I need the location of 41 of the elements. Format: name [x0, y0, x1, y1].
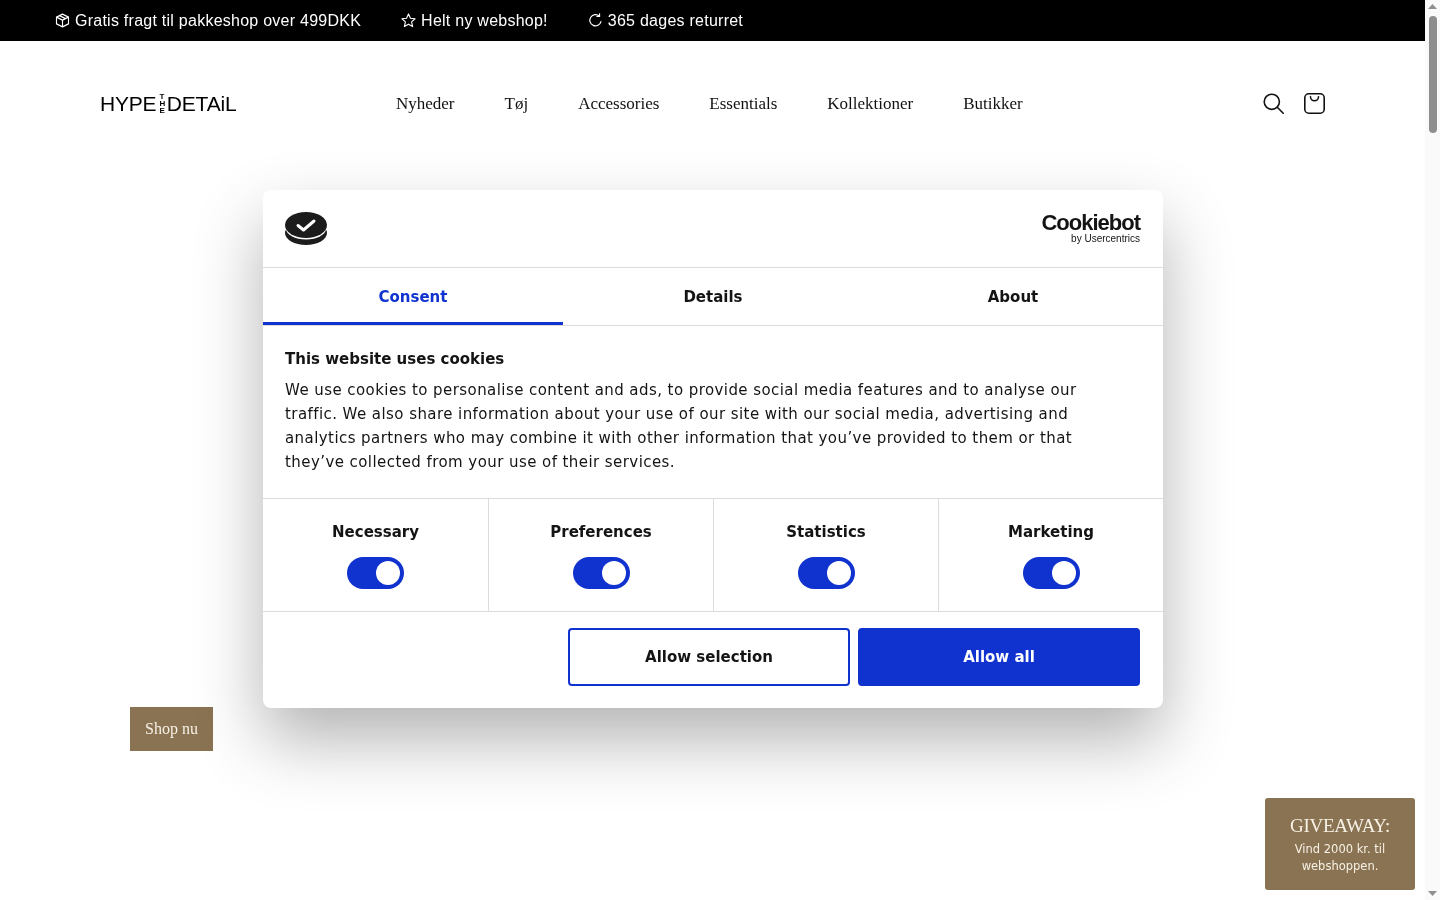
toggle-label: Preferences — [550, 522, 652, 542]
announcement-text: Gratis fragt til pakkeshop over 499DKK — [75, 11, 362, 30]
refresh-icon — [587, 13, 603, 28]
nav-link[interactable]: Butikker — [963, 93, 1023, 114]
logo-text[interactable]: HYPE — [100, 93, 157, 114]
giveaway-title: GIVEAWAY: — [1290, 816, 1390, 836]
scrollbar-thumb[interactable] — [1428, 16, 1437, 133]
toggle-switch[interactable] — [1022, 557, 1080, 589]
nav-link[interactable]: Essentials — [709, 93, 778, 114]
announcement-text: 365 dages returret — [607, 11, 744, 30]
logo-text[interactable]: DETAiL — [166, 93, 237, 114]
tab[interactable]: Consent — [263, 268, 563, 325]
toggle-label: Necessary — [332, 522, 419, 542]
scroll-down-icon[interactable] — [1428, 891, 1437, 896]
brand-logo-text: Cookiebot — [1041, 213, 1140, 233]
giveaway-banner[interactable]: GIVEAWAY: Vind 2000 kr. til webshoppen. — [1265, 798, 1415, 890]
toggle-label: Statistics — [786, 522, 866, 542]
check-disc-icon — [285, 212, 327, 245]
giveaway-text: Vind 2000 kr. til webshoppen. — [1293, 841, 1387, 875]
scrollbar[interactable] — [1425, 0, 1440, 900]
nav-link[interactable]: Accessories — [578, 93, 660, 114]
star-icon — [401, 13, 417, 28]
package-icon — [55, 13, 70, 28]
toggle-switch[interactable] — [347, 557, 404, 589]
toggle-switch[interactable] — [797, 557, 855, 589]
nav-link[interactable]: Nyheder — [396, 93, 455, 114]
dialog-heading: This website uses cookies — [285, 349, 506, 369]
allow-all-button[interactable]: Allow all — [858, 628, 1140, 686]
search-icon[interactable] — [1263, 93, 1284, 114]
announcement-text: Helt ny webshop! — [421, 11, 548, 30]
logo-stacked-text[interactable]: THE — [158, 93, 165, 114]
dialog-body-text: We use cookies to personalise content and ads, to provide social media features and to analyse our traffic. We also share information about your use of our site with our social media, advertising and analytics partners who may combine it with other information that you’ve provided to them or that they’ve collected from your use of their services. — [285, 380, 1078, 473]
toggle-switch[interactable] — [572, 557, 630, 589]
shopping-bag-icon[interactable] — [1304, 93, 1325, 114]
shop-now-button[interactable]: Shop nu — [130, 707, 213, 751]
brand-byline: by Usercentrics — [1071, 233, 1140, 244]
toggle-label: Marketing — [1008, 522, 1094, 542]
scroll-up-icon[interactable] — [1428, 4, 1437, 9]
nav-link[interactable]: Kollektioner — [827, 93, 914, 114]
nav-link[interactable]: Tøj — [504, 93, 529, 114]
allow-selection-button[interactable]: Allow selection — [568, 628, 850, 686]
